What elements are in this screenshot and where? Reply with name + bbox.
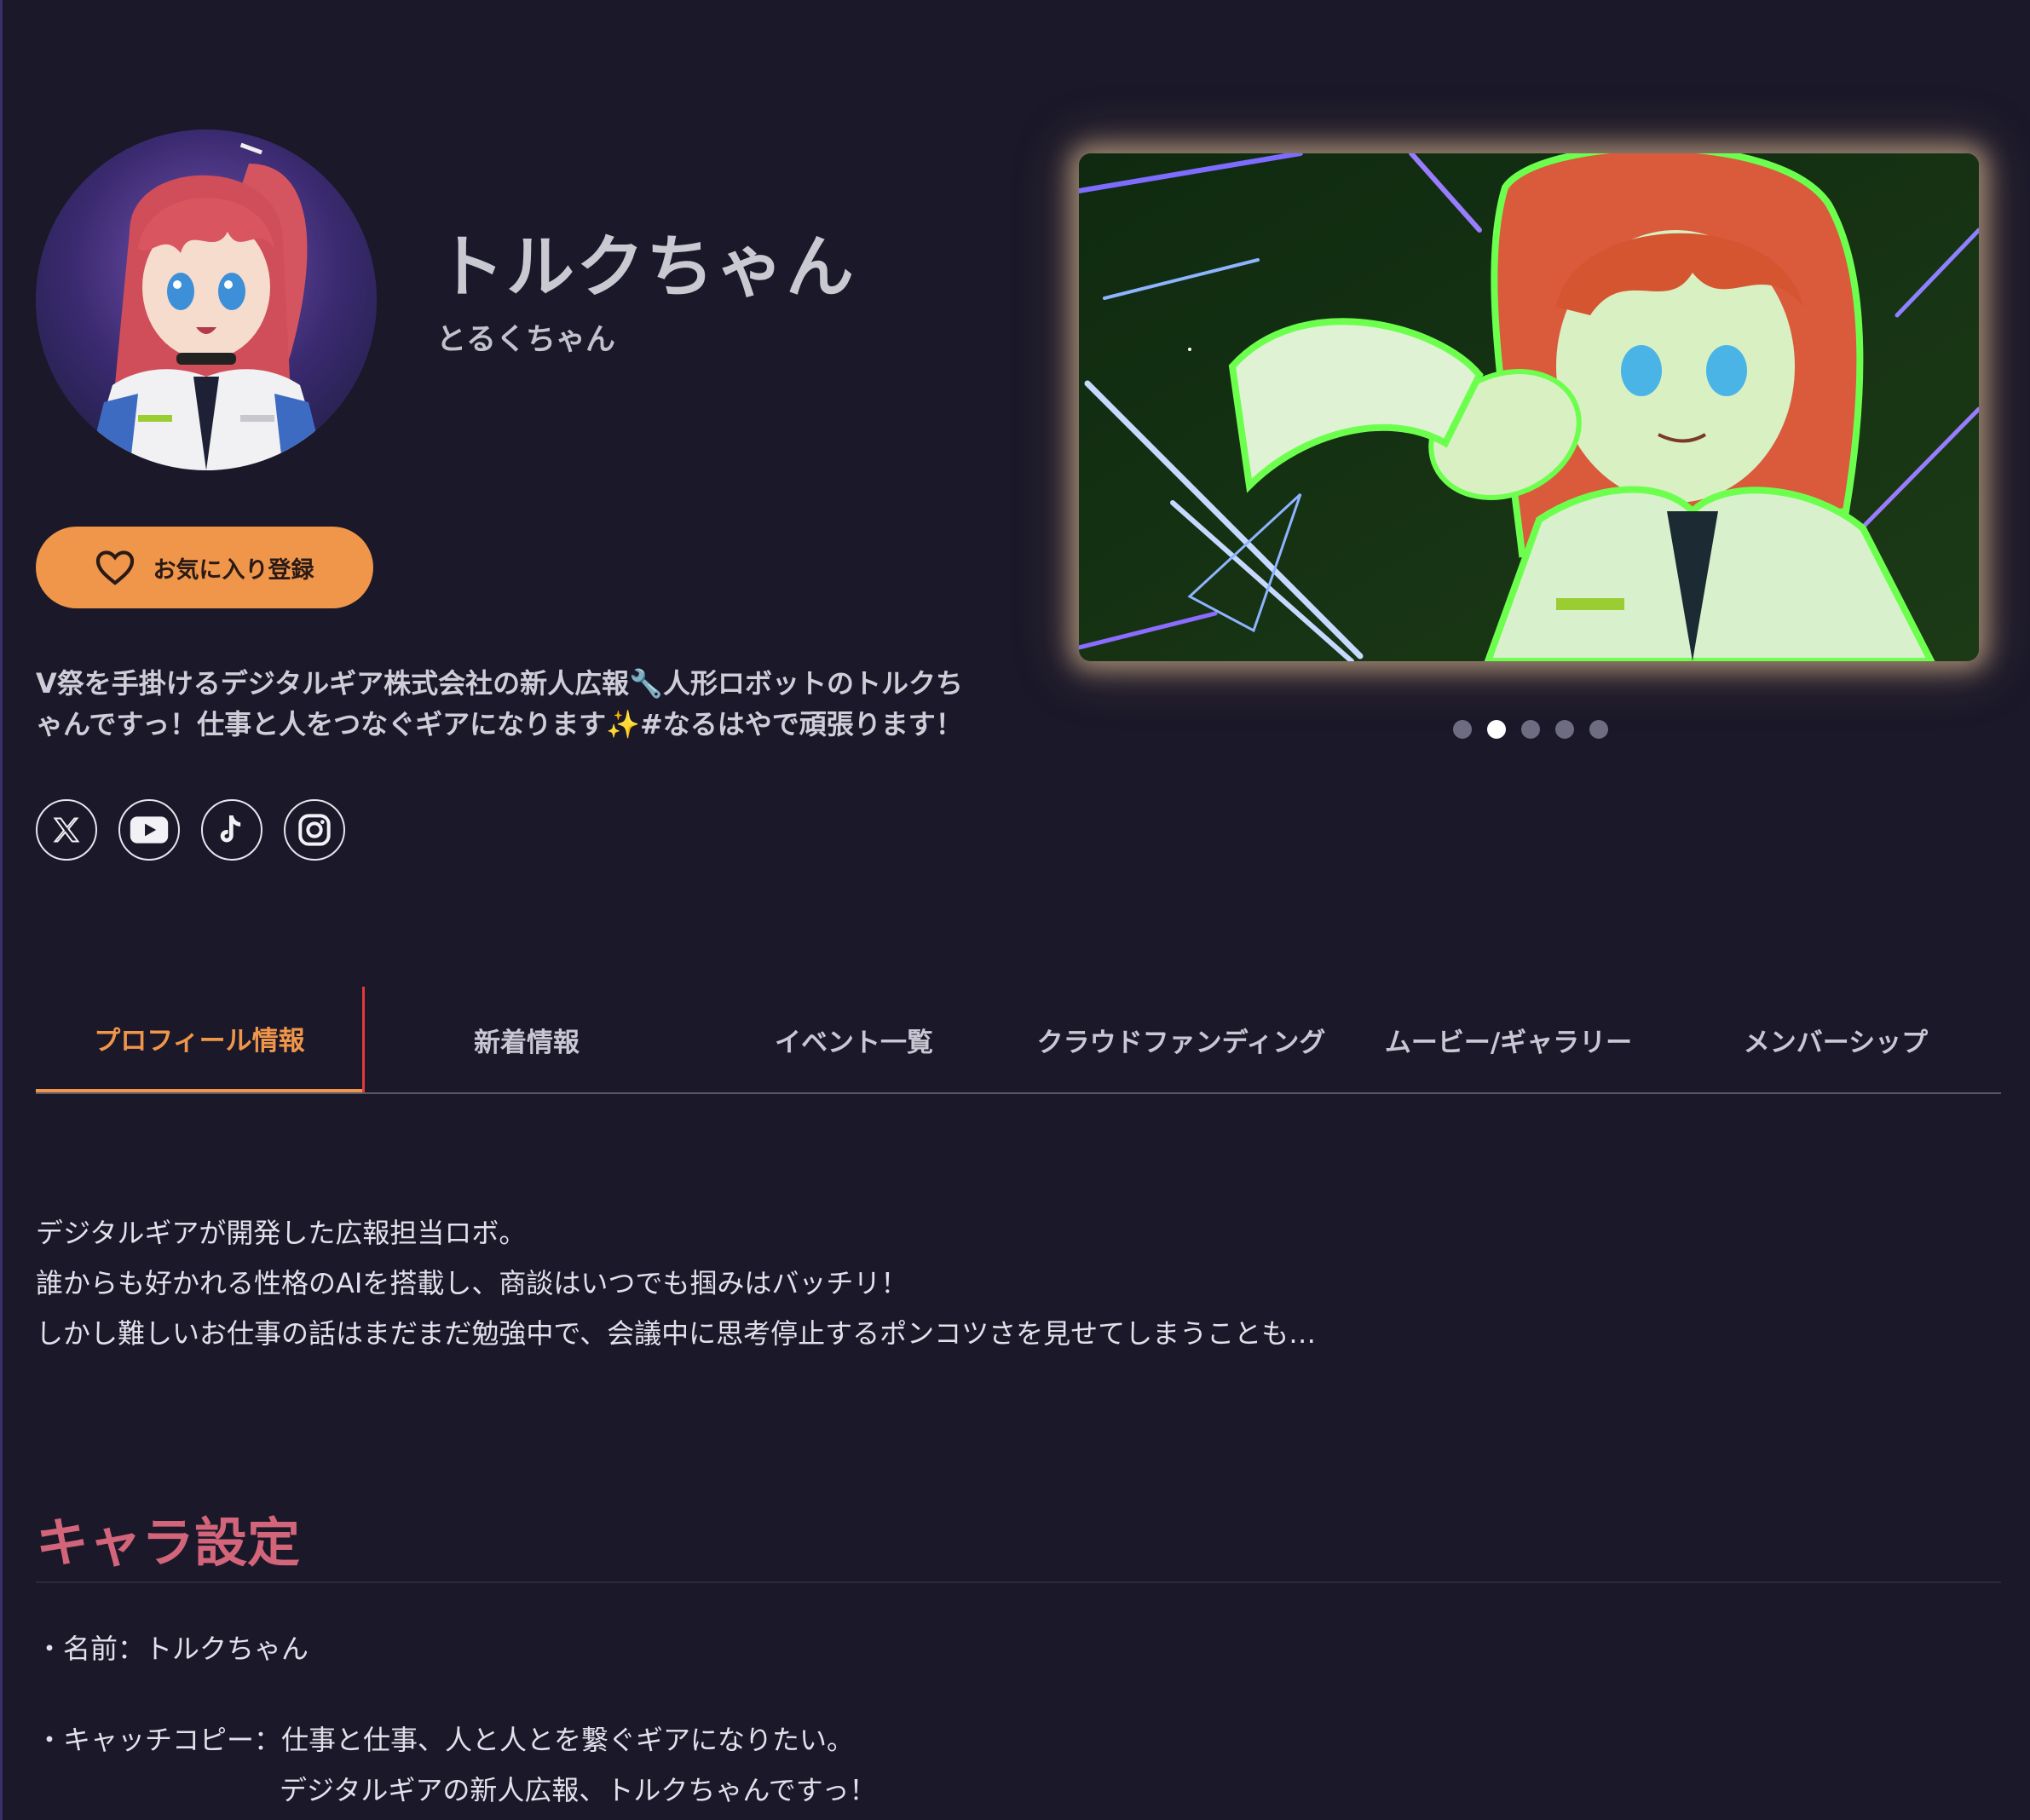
carousel-dot[interactable] — [1453, 720, 1472, 739]
section-title-character-settings: キャラ設定 — [36, 1512, 301, 1574]
instagram-icon — [298, 814, 331, 846]
carousel-dot[interactable] — [1555, 720, 1574, 739]
name-reading: とるくちゃん — [436, 323, 616, 357]
youtube-link[interactable] — [118, 799, 180, 861]
tab-news[interactable]: 新着情報 — [363, 987, 690, 1092]
carousel-dots — [1453, 720, 1608, 739]
setting-catchcopy-continued: デジタルギアの新人広報、トルクちゃんですっ！ — [36, 1765, 876, 1816]
social-links — [36, 799, 345, 861]
intro-line: 誰からも好かれる性格のAIを搭載し、商談はいつでも掴みはバッチリ！ — [36, 1267, 908, 1299]
avatar — [36, 130, 377, 470]
carousel-dot[interactable] — [1521, 720, 1540, 739]
tab-movie-gallery[interactable]: ムービー/ギャラリー — [1345, 987, 1672, 1092]
tiktok-link[interactable] — [201, 799, 262, 861]
intro-line: しかし難しいお仕事の話はまだまだ勉強中で、会議中に思考停止するポンコツさを見せて… — [36, 1317, 1317, 1350]
tab-membership[interactable]: メンバーシップ — [1672, 987, 1999, 1092]
section-divider — [36, 1581, 2001, 1583]
tiktok-icon — [220, 815, 241, 843]
carousel-dot-active[interactable] — [1487, 720, 1506, 739]
youtube-icon — [130, 816, 169, 844]
profile-bio: V祭を手掛けるデジタルギア株式会社の新人広報🔧人形ロボットのトルクちゃんですっ！… — [36, 667, 963, 740]
tab-crowdfunding[interactable]: クラウドファンディング — [1018, 987, 1345, 1092]
setting-catchcopy-line2: デジタルギアの新人広報、トルクちゃんですっ！ — [280, 1774, 877, 1806]
x-icon — [53, 817, 80, 843]
page-title: トルクちゃん — [436, 228, 856, 307]
tab-events[interactable]: イベント一覧 — [690, 987, 1018, 1092]
hero-image — [1079, 153, 1979, 661]
profile-intro: デジタルギアが開発した広報担当ロボ。 誰からも好かれる性格のAIを搭載し、商談は… — [36, 1208, 1911, 1359]
setting-name: ・名前：トルクちゃん — [36, 1633, 309, 1665]
x-link[interactable] — [36, 799, 97, 861]
heart-icon — [95, 550, 134, 585]
profile-tabs: プロフィール情報 新着情報 イベント一覧 クラウドファンディング ムービー/ギャ… — [36, 987, 2001, 1094]
favorite-button-label: お気に入り登録 — [153, 556, 314, 583]
tab-profile[interactable]: プロフィール情報 — [36, 987, 365, 1092]
intro-line: デジタルギアが開発した広報担当ロボ。 — [36, 1217, 527, 1249]
carousel-dot[interactable] — [1589, 720, 1608, 739]
left-edge-bar — [0, 0, 3, 1820]
instagram-link[interactable] — [284, 799, 345, 861]
favorite-button[interactable]: お気に入り登録 — [36, 527, 373, 608]
setting-catchcopy: ・キャッチコピー：仕事と仕事、人と人とを繋ぐギアになりたい。 — [36, 1724, 855, 1756]
